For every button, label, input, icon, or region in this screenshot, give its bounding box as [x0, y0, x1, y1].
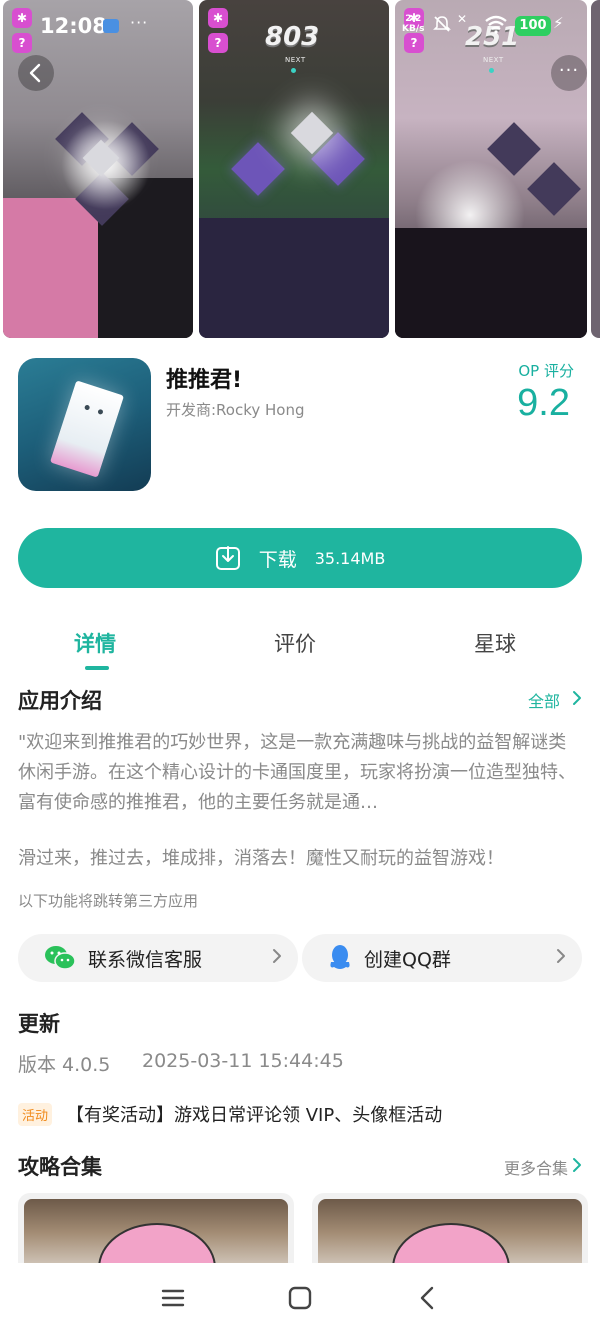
icon-eye	[84, 404, 91, 411]
game-cube	[527, 162, 581, 216]
game-next-dot	[489, 68, 494, 73]
version-number: 版本 4.0.5	[18, 1054, 111, 1076]
wechat-support-label: 联系微信客服	[88, 948, 203, 971]
download-button[interactable]: 下载 35.14MB	[18, 528, 582, 588]
game-settings-badge: ✱	[208, 8, 228, 28]
update-title: 更新	[18, 1012, 60, 1036]
tab-active-indicator	[85, 666, 109, 670]
intro-title: 应用介绍	[18, 689, 102, 713]
app-icon	[18, 358, 151, 491]
activity-link[interactable]: 【有奖活动】游戏日常评论领 VIP、头像框活动	[66, 1101, 442, 1127]
screenshot-4[interactable]	[591, 0, 600, 338]
third-party-note: 以下功能将跳转第三方应用	[18, 892, 199, 910]
game-score: 803	[265, 22, 320, 52]
rating-label: OP 评分	[518, 362, 574, 380]
network-rate-unit: KB/s	[402, 24, 425, 34]
screenshot-2[interactable]: 803 NEXT	[199, 0, 389, 338]
network-rate-value: 2.2	[405, 14, 422, 24]
game-help-badge: ?	[404, 33, 424, 53]
status-time: 12:08	[40, 14, 107, 38]
charging-icon: ⚡	[553, 14, 564, 32]
game-help-badge: ?	[208, 33, 228, 53]
battery-indicator: 100	[515, 16, 551, 36]
intro-description: "欢迎来到推推君的巧妙世界，这是一款充满趣味与挑战的益智解谜类休闲手游。在这个精…	[18, 732, 576, 813]
chevron-right-icon[interactable]	[572, 690, 582, 706]
more-guides-link[interactable]: 更多合集	[504, 1155, 568, 1179]
signal-off-icon: ✕	[457, 12, 468, 26]
qq-icon	[330, 945, 350, 969]
chevron-right-icon[interactable]	[572, 1157, 582, 1173]
mute-bell-icon	[433, 16, 451, 32]
chevron-right-icon	[557, 949, 565, 963]
more-menu-button[interactable]: ···	[551, 55, 587, 91]
game-cube	[231, 142, 285, 196]
wifi-icon	[485, 15, 507, 34]
game-help-badge: ?	[12, 33, 32, 53]
game-next-label: NEXT	[285, 56, 306, 64]
tab-planet[interactable]: 星球	[474, 628, 516, 658]
message-notification-icon	[103, 19, 119, 33]
menu-icon[interactable]	[158, 1283, 188, 1313]
nav-back-icon[interactable]	[413, 1283, 443, 1313]
developer-name: 开发商:Rocky Hong	[166, 401, 305, 419]
activity-badge: 活动	[18, 1103, 53, 1126]
system-navigation-bar	[0, 1263, 600, 1333]
download-icon	[215, 546, 240, 570]
chevron-right-icon	[273, 949, 281, 963]
game-settings-badge: ✱	[12, 8, 32, 28]
status-more-icon: ···	[130, 13, 149, 32]
wechat-support-button[interactable]: 联系微信客服	[18, 934, 298, 982]
version-date: 2025-03-11 15:44:45	[142, 1050, 344, 1072]
guides-title: 攻略合集	[18, 1155, 102, 1179]
create-qq-group-button[interactable]: 创建QQ群	[302, 934, 582, 982]
rating-value: 9.2	[517, 382, 570, 424]
back-arrow-icon	[29, 63, 41, 83]
game-next-dot	[291, 68, 296, 73]
tab-reviews[interactable]: 评价	[274, 628, 316, 658]
download-size: 35.14MB	[314, 548, 386, 568]
create-qq-group-label: 创建QQ群	[364, 948, 451, 971]
game-next-label: NEXT	[483, 56, 504, 64]
download-label: 下载	[258, 548, 297, 571]
icon-eye	[97, 408, 104, 415]
home-square-icon[interactable]	[285, 1283, 315, 1313]
screenshot-scenery	[199, 218, 389, 338]
app-name: 推推君!	[166, 368, 243, 393]
tab-details[interactable]: 详情	[74, 628, 116, 658]
screenshot-3[interactable]: 251 NEXT	[395, 0, 587, 338]
screenshot-1[interactable]	[3, 0, 193, 338]
back-button[interactable]	[18, 55, 54, 91]
network-rate: 2.2 KB/s	[402, 14, 424, 34]
intro-see-all-link[interactable]: 全部	[528, 688, 560, 712]
screenshot-scenery	[395, 228, 587, 338]
wechat-icon	[45, 946, 76, 970]
intro-slogan: 滑过来，推过去，堆成排，消落去！魔性又耐玩的益智游戏！	[18, 848, 504, 869]
screenshot-carousel[interactable]: 803 NEXT 251 NEXT ✱ ? ✱ ? ✱ ? 12:08 ··· …	[0, 0, 600, 340]
screenshot-scenery	[3, 198, 98, 338]
